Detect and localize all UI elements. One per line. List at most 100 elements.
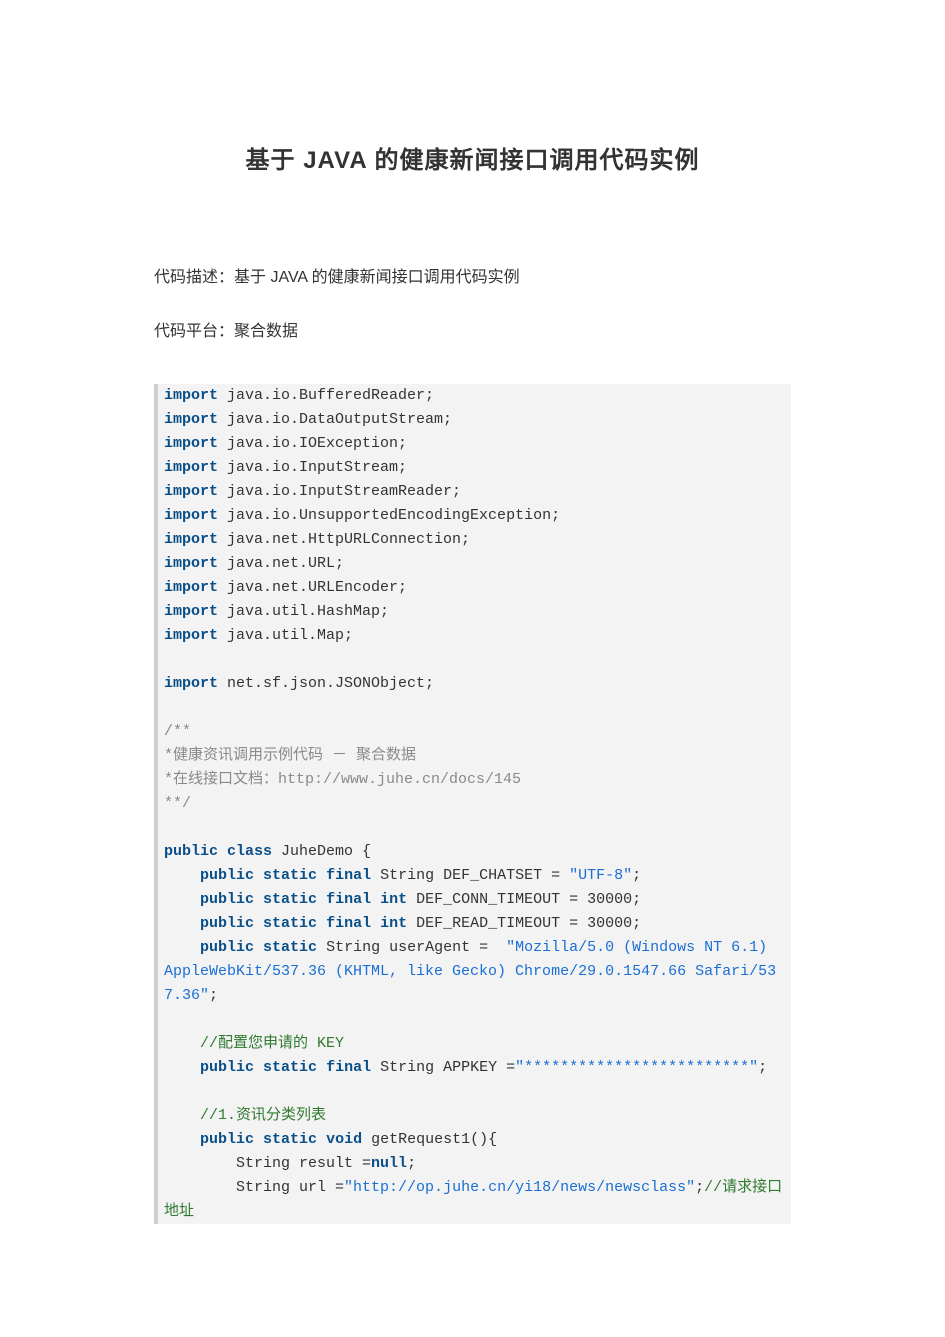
keyword-final: final <box>326 1059 371 1076</box>
code-line: public static void getRequest1(){ <box>154 1128 791 1152</box>
keyword-import: import <box>164 603 218 620</box>
keyword-static: static <box>263 867 317 884</box>
keyword-final: final <box>326 867 371 884</box>
code-text: java.net.URLEncoder; <box>218 579 407 596</box>
keyword-static: static <box>263 915 317 932</box>
code-block: import java.io.BufferedReader; import ja… <box>154 384 791 1224</box>
code-line: public static final int DEF_READ_TIMEOUT… <box>154 912 791 936</box>
comment: //配置您申请的 KEY <box>164 1035 344 1052</box>
keyword-import: import <box>164 411 218 428</box>
indent <box>164 915 200 932</box>
space <box>371 891 380 908</box>
indent <box>164 1131 200 1148</box>
keyword-public: public <box>200 1131 254 1148</box>
keyword-static: static <box>263 939 317 956</box>
space <box>254 891 263 908</box>
space <box>254 867 263 884</box>
space <box>218 843 227 860</box>
code-line: public class JuheDemo { <box>154 840 791 864</box>
code-line: import net.sf.json.JSONObject; <box>154 672 791 696</box>
keyword-import: import <box>164 483 218 500</box>
code-line: public static String userAgent = "Mozill… <box>154 936 791 1008</box>
space <box>317 891 326 908</box>
keyword-public: public <box>200 939 254 956</box>
code-text: DEF_READ_TIMEOUT = 30000; <box>407 915 641 932</box>
keyword-import: import <box>164 531 218 548</box>
code-text: java.io.InputStream; <box>218 459 407 476</box>
space <box>371 915 380 932</box>
keyword-void: void <box>326 1131 362 1148</box>
code-text: java.io.UnsupportedEncodingException; <box>218 507 560 524</box>
keyword-final: final <box>326 891 371 908</box>
indent <box>164 939 200 956</box>
code-line-blank <box>154 1080 791 1104</box>
code-text: java.io.InputStreamReader; <box>218 483 461 500</box>
code-line-comment: *健康资讯调用示例代码 － 聚合数据 <box>154 744 791 768</box>
keyword-import: import <box>164 555 218 572</box>
keyword-public: public <box>200 867 254 884</box>
code-line: String result =null; <box>154 1152 791 1176</box>
keyword-final: final <box>326 915 371 932</box>
code-text: ; <box>209 987 218 1004</box>
platform-label: 代码平台： <box>154 323 234 340</box>
keyword-import: import <box>164 675 218 692</box>
code-line: import java.util.Map; <box>154 624 791 648</box>
code-text: DEF_CONN_TIMEOUT = 30000; <box>407 891 641 908</box>
code-text: net.sf.json.JSONObject; <box>218 675 434 692</box>
keyword-import: import <box>164 387 218 404</box>
keyword-import: import <box>164 459 218 476</box>
desc-label: 代码描述： <box>154 269 234 286</box>
code-line-blank <box>154 696 791 720</box>
space <box>254 915 263 932</box>
comment: *健康资讯调用示例代码 － 聚合数据 <box>164 747 416 764</box>
page-title: 基于 JAVA 的健康新闻接口调用代码实例 <box>154 140 791 175</box>
code-line-comment: //1.资讯分类列表 <box>154 1104 791 1128</box>
code-line-comment: /** <box>154 720 791 744</box>
code-text: JuheDemo { <box>272 843 371 860</box>
code-line: import java.io.IOException; <box>154 432 791 456</box>
platform-value: 聚合数据 <box>234 323 298 340</box>
string-literal: "UTF-8" <box>569 867 632 884</box>
code-line-comment: *在线接口文档：http://www.juhe.cn/docs/145 <box>154 768 791 792</box>
space <box>254 939 263 956</box>
code-text: ; <box>695 1179 704 1196</box>
comment: **/ <box>164 795 191 812</box>
code-text: java.io.IOException; <box>218 435 407 452</box>
keyword-public: public <box>164 843 218 860</box>
code-line: import java.io.InputStreamReader; <box>154 480 791 504</box>
code-line-blank <box>154 1008 791 1032</box>
code-line: import java.io.DataOutputStream; <box>154 408 791 432</box>
code-text: java.net.HttpURLConnection; <box>218 531 470 548</box>
keyword-int: int <box>380 891 407 908</box>
keyword-public: public <box>200 915 254 932</box>
code-line: import java.net.HttpURLConnection; <box>154 528 791 552</box>
code-line-comment: //配置您申请的 KEY <box>154 1032 791 1056</box>
code-line: public static final int DEF_CONN_TIMEOUT… <box>154 888 791 912</box>
comment: //1.资讯分类列表 <box>164 1107 326 1124</box>
code-line: import java.util.HashMap; <box>154 600 791 624</box>
code-line: import java.io.InputStream; <box>154 456 791 480</box>
keyword-import: import <box>164 579 218 596</box>
code-text: String url = <box>164 1179 344 1196</box>
space <box>254 1059 263 1076</box>
desc-value: 基于 JAVA 的健康新闻接口调用代码实例 <box>234 269 520 286</box>
code-text: ; <box>407 1155 416 1172</box>
comment: /** <box>164 723 191 740</box>
string-literal: "*************************" <box>515 1059 758 1076</box>
code-text: String userAgent = <box>317 939 506 956</box>
indent <box>164 867 200 884</box>
code-text: String result = <box>164 1155 371 1172</box>
comment: *在线接口文档： <box>164 771 278 788</box>
comment-url: http://www.juhe.cn/docs/145 <box>278 771 521 788</box>
keyword-public: public <box>200 891 254 908</box>
code-text: java.util.HashMap; <box>218 603 389 620</box>
keyword-class: class <box>227 843 272 860</box>
code-line: import java.io.UnsupportedEncodingExcept… <box>154 504 791 528</box>
code-line: String url ="http://op.juhe.cn/yi18/news… <box>154 1176 791 1224</box>
code-line: import java.net.URL; <box>154 552 791 576</box>
code-text: String DEF_CHATSET = <box>371 867 569 884</box>
code-text: ; <box>632 867 641 884</box>
indent <box>164 1059 200 1076</box>
indent <box>164 891 200 908</box>
keyword-static: static <box>263 891 317 908</box>
